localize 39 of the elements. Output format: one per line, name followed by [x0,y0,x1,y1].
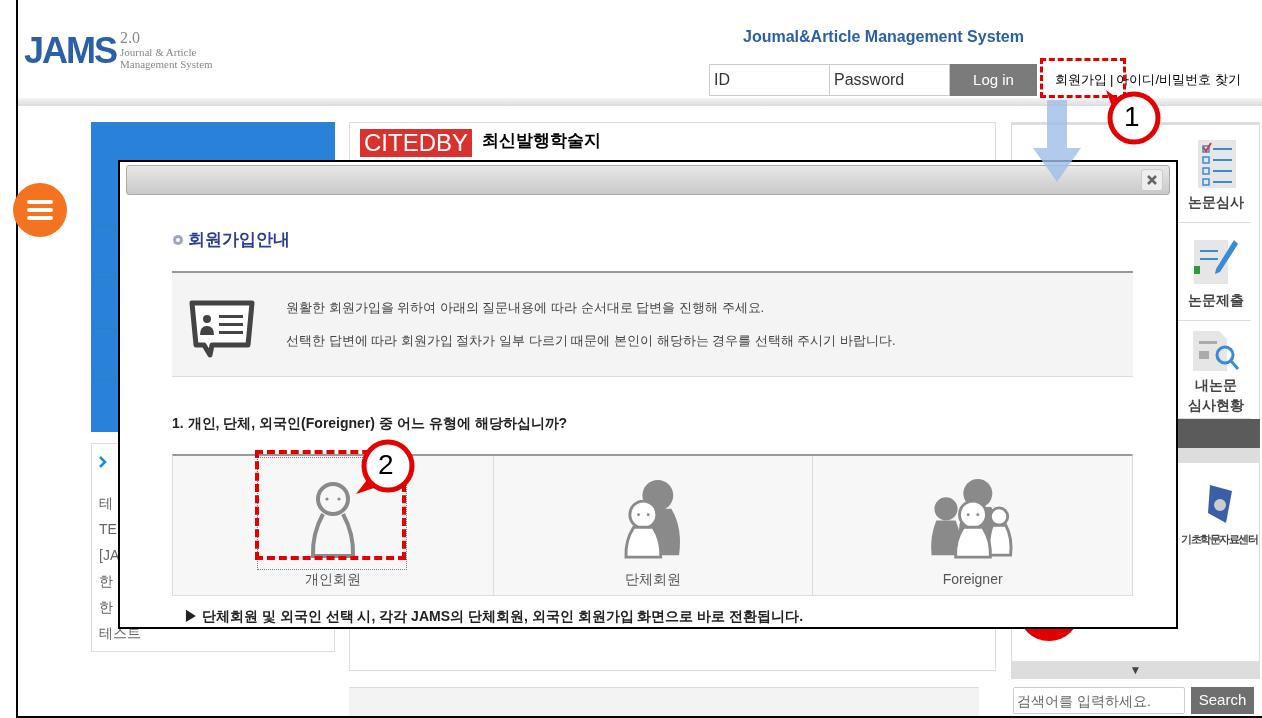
member-type-option[interactable]: 개인회원 [294,477,371,590]
menu-button[interactable] [13,183,67,237]
search-input[interactable]: 검색어를 입력하세요. [1013,687,1185,714]
logo-version: 2.0 [120,30,142,46]
link-separator: | [1110,71,1114,90]
member-type-option[interactable]: 단체회원 [615,477,691,590]
bullet-icon [172,233,184,246]
side-menu-item[interactable]: 논문심사 [1180,125,1251,222]
system-title: Joumal&Article Management System [743,27,1025,47]
side-menu-label: 논문심사 [1187,193,1244,210]
dialog-heading: 회원가입안내 [188,229,290,251]
logo-subtitle: Management System [120,58,213,70]
side-menu-item[interactable]: 내논문 심사현황 [1180,321,1251,418]
search-button[interactable]: Search [1191,687,1254,714]
member-type-option[interactable]: Foreigner [934,477,1011,590]
logo-subtitle: Journal & Article [120,46,198,58]
section-title: 최신발행학술지 [482,130,601,152]
callout-number: 1 [1124,100,1140,134]
logo-wordmark: JAMS [24,30,117,72]
find-account-link[interactable]: 아이디/비밀번호 찾기 [1116,70,1241,90]
login-button[interactable]: Log in [950,64,1037,96]
side-menu-label: 논문제출 [1187,291,1244,308]
side-menu-label: 심사현황 [1187,396,1244,413]
password-input[interactable]: Password [830,64,950,96]
question-text: 1. 개인, 단체, 외국인(Foreigner) 중 어느 유형에 해당하십니까? [172,413,569,433]
close-icon [1147,175,1157,185]
scroll-down-button[interactable]: ▼ [1011,661,1260,679]
chevron-icon [99,456,107,468]
info-text: 원활한 회원가입을 위하여 아래의 질문내용에 따라 순서대로 답변을 진행해 주세요. [286,298,766,317]
side-menu-item[interactable]: 논문제출 [1180,223,1251,320]
side-menu-label: 내논문 [1194,376,1237,393]
note-text: ▶ 단체회원 및 외국인 선택 시, 각각 JAMS의 단체회원, 외국인 회원가입 화면으로 바로 전환됩니다. [184,606,804,626]
id-input[interactable]: ID [709,64,830,96]
signup-link[interactable]: 회원가입 [1055,70,1107,90]
citedby-badge: CITEDBY [360,129,472,157]
callout-number: 2 [378,448,394,482]
info-text: 선택한 답변에 따라 회원가입 절차가 일부 다르기 때문에 본인이 해당하는 경우를 선택해 주시기 바랍니다. [286,332,896,350]
close-button[interactable] [1141,169,1163,191]
partner-link[interactable]: 기초학문자료센터 [1180,483,1258,563]
